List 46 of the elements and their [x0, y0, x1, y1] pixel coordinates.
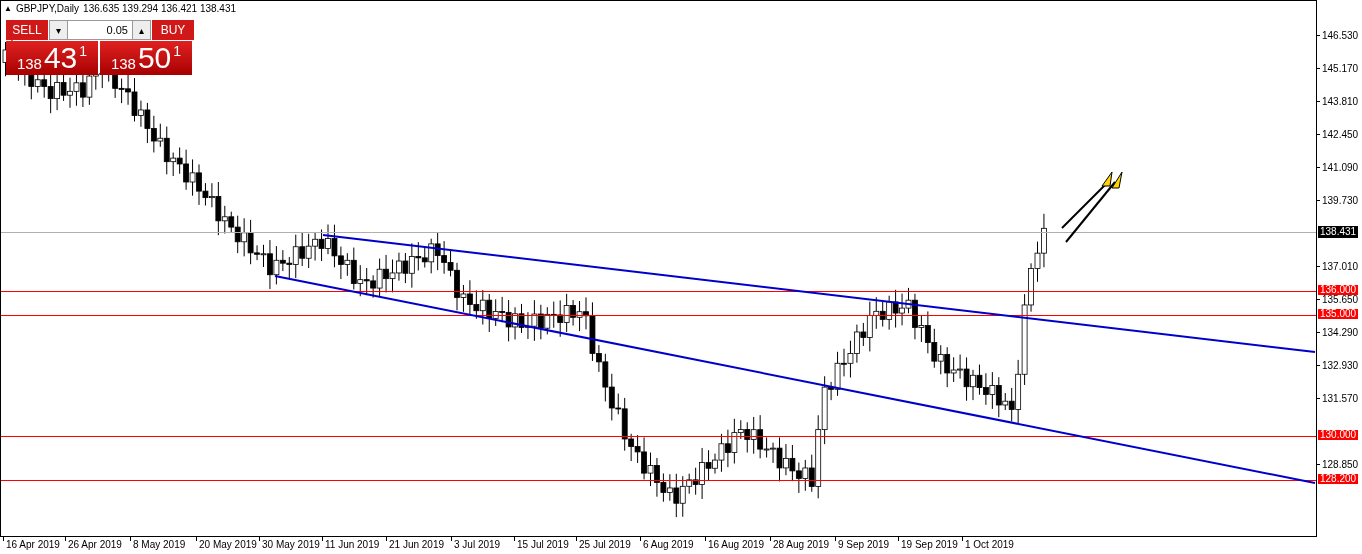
price-axis-label: 128.850: [1322, 460, 1359, 471]
date-axis-label: 1 Oct 2019: [965, 539, 1014, 551]
buy-button[interactable]: BUY: [152, 20, 194, 40]
lot-size-field[interactable]: ▾ 0.05 ▴: [49, 20, 151, 40]
price-level-line[interactable]: [1, 314, 1316, 316]
date-axis-label: 25 Jul 2019: [579, 539, 631, 551]
increase-button[interactable]: ▴: [132, 21, 150, 39]
date-axis-label: 16 Apr 2019: [6, 539, 60, 551]
price-axis-label: 134.290: [1322, 328, 1359, 339]
price-axis-label: 139.730: [1322, 196, 1359, 207]
price-axis-label: 135.650: [1322, 295, 1359, 306]
price-axis-label: 146.530: [1322, 31, 1359, 41]
price-level-label: 128.200: [1318, 473, 1359, 484]
date-axis-label: 3 Jul 2019: [454, 539, 501, 551]
decrease-button[interactable]: ▾: [50, 21, 68, 39]
date-axis-label: 30 May 2019: [262, 539, 320, 551]
date-axis-label: 11 Jun 2019: [325, 539, 380, 551]
price-axis-label: 132.930: [1322, 361, 1359, 372]
double-arrow-icon: [1061, 171, 1123, 243]
price-axis-label: 141.090: [1322, 163, 1359, 173]
current-price-label: 138.431: [1318, 225, 1359, 238]
sell-button[interactable]: SELL: [6, 20, 48, 40]
date-axis-label: 28 Aug 2019: [773, 539, 830, 551]
price-axis-label: 137.010: [1322, 262, 1359, 273]
date-axis-label: 8 May 2019: [133, 539, 186, 551]
date-axis-label: 19 Sep 2019: [901, 539, 958, 551]
price-level-line[interactable]: [1, 479, 1316, 481]
price-level-label: 136.000: [1318, 284, 1359, 295]
price-level-label: 135.000: [1318, 308, 1359, 319]
date-axis-label: 6 Aug 2019: [643, 539, 694, 551]
price-axis-label: 143.810: [1322, 97, 1359, 107]
symbol-timeframe: GBPJPY,Daily: [15, 2, 80, 16]
date-axis-label: 15 Jul 2019: [517, 539, 569, 551]
price-level-line[interactable]: [1, 290, 1316, 292]
price-axis-label: 145.170: [1322, 64, 1359, 74]
date-axis-label: 26 Apr 2019: [68, 539, 122, 551]
price-axis-label: 142.450: [1322, 130, 1359, 140]
price-axis-label: 131.570: [1322, 394, 1359, 405]
lot-size-value: 0.05: [105, 22, 129, 38]
date-axis-label: 20 May 2019: [199, 539, 257, 551]
date-axis-label: 9 Sep 2019: [838, 539, 890, 551]
ohlc-values: 136.635 139.294 136.421 138.431: [83, 2, 237, 16]
price-level-label: 130.000: [1318, 430, 1359, 441]
collapse-toggle[interactable]: ▲: [4, 2, 12, 16]
date-axis-label: 16 Aug 2019: [708, 539, 765, 551]
date-axis-label: 21 Jun 2019: [389, 539, 445, 551]
